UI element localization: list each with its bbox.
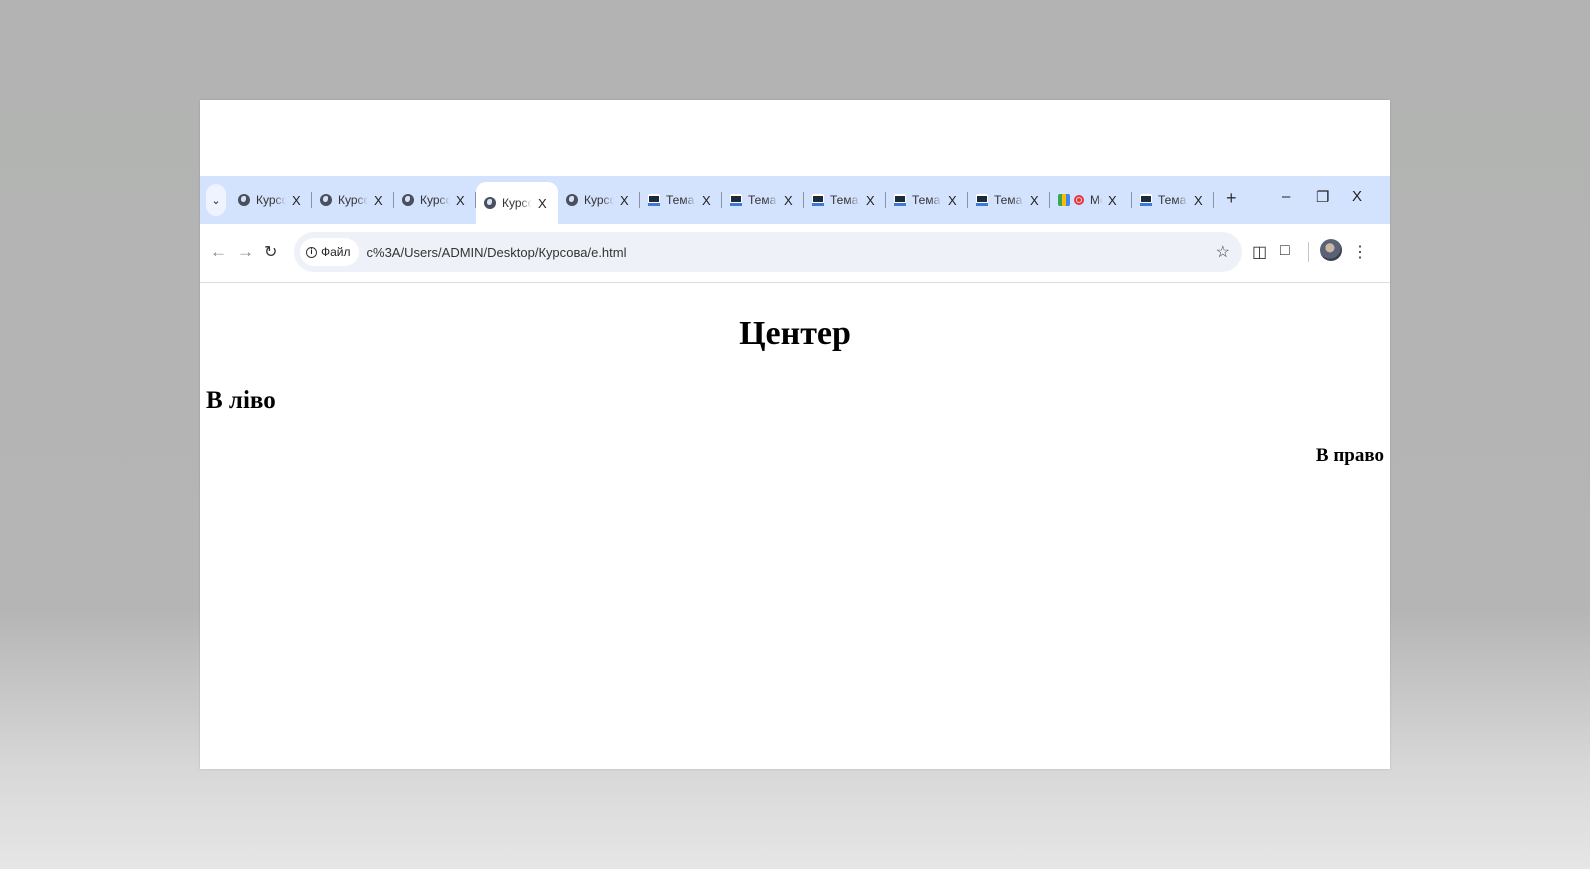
close-window-button[interactable]: X <box>1352 188 1362 205</box>
tab-close-icon[interactable]: X <box>456 193 465 208</box>
document-icon <box>812 194 824 206</box>
tab-title: Meet <box>1090 193 1102 207</box>
new-tab-button[interactable]: + <box>1226 188 1237 209</box>
browser-tab[interactable]: Meet X <box>1050 182 1132 218</box>
right-heading: В право <box>1315 445 1384 466</box>
menu-kebab-icon[interactable]: ⋮ <box>1352 242 1368 262</box>
document-icon <box>894 194 906 206</box>
browser-window: ⌄ КурсоваXКурсоваXКурсоваXКурсоваXКурсов… <box>200 100 1390 769</box>
url-text[interactable]: c%3A/Users/ADMIN/Desktop/Курсова/e.html <box>367 245 627 260</box>
address-bar[interactable]: i Файл c%3A/Users/ADMIN/Desktop/Курсова/… <box>294 232 1242 272</box>
tab-search-button[interactable]: ⌄ <box>206 184 226 216</box>
browser-tab[interactable]: Курсова X <box>476 182 558 224</box>
tab-close-icon[interactable]: X <box>1030 193 1039 208</box>
globe-icon <box>402 194 414 206</box>
tab-title: Тема 7 <box>912 193 942 207</box>
tab-close-icon[interactable]: X <box>702 193 711 208</box>
document-icon <box>648 194 660 206</box>
window-top-area <box>200 100 1390 176</box>
tab-close-icon[interactable]: X <box>784 193 793 208</box>
tab-title: Курсова <box>420 193 450 207</box>
document-icon <box>1140 194 1152 206</box>
profile-avatar[interactable] <box>1320 239 1342 261</box>
center-heading: Центер <box>739 315 851 352</box>
browser-tab[interactable]: Тема 7 X <box>886 182 968 218</box>
page-content: Центер В ліво В право <box>200 283 1390 769</box>
tab-title: Тема 1 <box>1158 193 1188 207</box>
tab-close-icon[interactable]: X <box>620 193 629 208</box>
tab-separator <box>1213 192 1214 208</box>
meet-icon <box>1058 194 1070 206</box>
tab-close-icon[interactable]: X <box>538 196 547 211</box>
restore-button[interactable]: ❐ <box>1316 188 1329 206</box>
globe-icon <box>238 194 250 206</box>
info-icon: i <box>306 246 317 258</box>
back-arrow-icon[interactable]: ← <box>210 242 227 262</box>
tab-close-icon[interactable]: X <box>292 193 301 208</box>
document-icon <box>976 194 988 206</box>
minimize-button[interactable]: – <box>1282 188 1290 205</box>
tab-close-icon[interactable]: X <box>866 193 875 208</box>
browser-toolbar: ← → ↻ i Файл c%3A/Users/ADMIN/Desktop/Ку… <box>200 224 1390 283</box>
tab-title: Тема 3 <box>748 193 778 207</box>
tab-close-icon[interactable]: X <box>948 193 957 208</box>
browser-tab[interactable]: Тема 5 X <box>804 182 886 218</box>
browser-tab[interactable]: Тема 1 X <box>1132 182 1214 218</box>
browser-tab[interactable]: Тема 4 X <box>968 182 1050 218</box>
browser-tab[interactable]: Тема 2 X <box>640 182 722 218</box>
site-chip-label: Файл <box>321 245 351 259</box>
tab-close-icon[interactable]: X <box>1194 193 1203 208</box>
recording-icon <box>1074 195 1084 205</box>
left-heading: В ліво <box>206 387 276 414</box>
globe-icon <box>566 194 578 206</box>
globe-icon <box>484 197 496 209</box>
tab-close-icon[interactable]: X <box>1108 193 1117 208</box>
browser-tab[interactable]: Курсова X <box>230 182 312 218</box>
tab-title: Курсова <box>338 193 368 207</box>
tab-title: Курсова <box>584 193 614 207</box>
site-info-chip[interactable]: i Файл <box>300 238 359 266</box>
tab-title: Тема 4 <box>994 193 1024 207</box>
cast-icon[interactable]: ◫ <box>1252 242 1267 262</box>
tab-title: Тема 2 <box>666 193 696 207</box>
browser-tab[interactable]: Курсова X <box>394 182 476 218</box>
tab-close-icon[interactable]: X <box>374 193 383 208</box>
toolbar-divider <box>1308 242 1309 262</box>
extensions-puzzle-icon[interactable]: □ <box>1280 242 1290 260</box>
document-icon <box>730 194 742 206</box>
tab-title: Курсова <box>256 193 286 207</box>
browser-tab[interactable]: Курсова X <box>312 182 394 218</box>
chevron-down-icon: ⌄ <box>211 194 221 207</box>
tab-title: Тема 5 <box>830 193 860 207</box>
tab-list: Курсова X Курсова X Курсова X Курсова X Курсова X… <box>230 182 1214 224</box>
tab-strip: ⌄ КурсоваXКурсоваXКурсоваXКурсоваXКурсов… <box>200 176 1390 224</box>
forward-arrow-icon[interactable]: → <box>237 242 254 262</box>
reload-icon[interactable]: ↻ <box>264 242 277 262</box>
bookmark-star-icon[interactable]: ☆ <box>1216 242 1230 262</box>
globe-icon <box>320 194 332 206</box>
browser-tab[interactable]: Тема 3 X <box>722 182 804 218</box>
browser-tab[interactable]: Курсова X <box>558 182 640 218</box>
tab-title: Курсова <box>502 196 532 210</box>
